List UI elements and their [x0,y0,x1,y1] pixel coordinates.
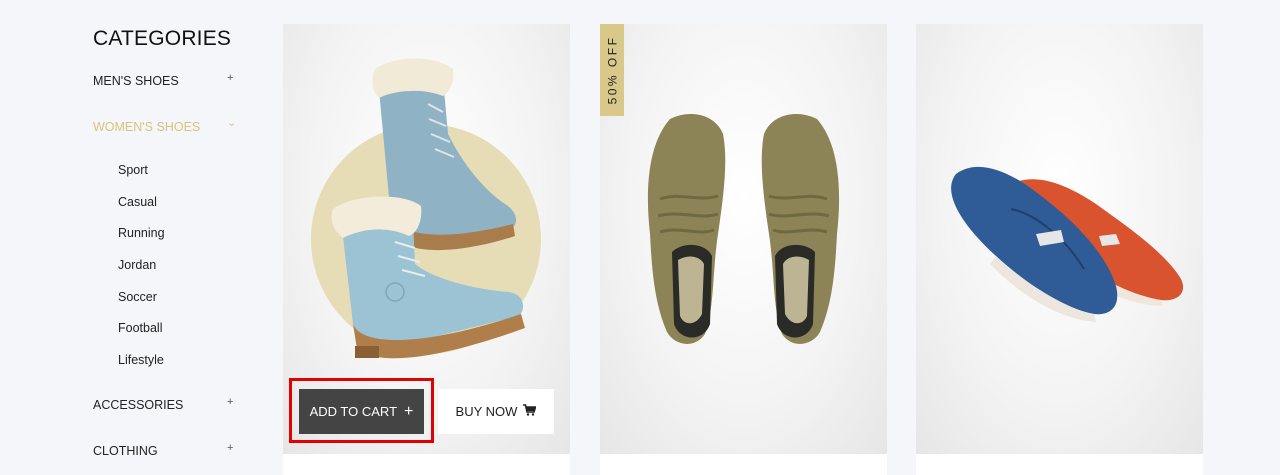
expand-icon[interactable]: + [227,442,233,454]
categories-heading: CATEGORIES [93,27,232,50]
expand-icon[interactable]: + [227,396,233,408]
category-label: MEN'S SHOES [93,74,179,88]
buy-now-label: BUY NOW [455,404,518,419]
expand-icon[interactable]: + [227,72,233,84]
category-label: CLOTHING [93,444,158,458]
subcategory-jordan[interactable]: Jordan [118,258,156,272]
discount-badge-label: 50% OFF [605,35,620,105]
plus-icon: + [404,402,414,420]
product-card[interactable]: 50% OFF [600,24,887,475]
product-card[interactable]: ADD TO CART + BUY NOW [283,24,570,475]
category-accessories[interactable]: ACCESSORIES + [93,396,243,412]
add-to-cart-button[interactable]: ADD TO CART + [299,389,424,434]
product-image-olive-suede-shoes[interactable] [600,24,887,454]
category-label: WOMEN'S SHOES [93,120,201,134]
category-mens-shoes[interactable]: MEN'S SHOES + [93,72,243,88]
categories-sidebar: CATEGORIES [93,28,243,50]
add-to-cart-label: ADD TO CART [309,404,398,419]
cart-icon [523,404,538,419]
subcategory-soccer[interactable]: Soccer [118,290,157,304]
category-clothing[interactable]: CLOTHING + [93,442,243,458]
subcategory-casual[interactable]: Casual [118,195,157,209]
buy-now-button[interactable]: BUY NOW [438,389,554,434]
product-card[interactable] [916,24,1203,475]
subcategory-running[interactable]: Running [118,226,165,240]
category-label: ACCESSORIES [93,398,184,412]
subcategory-sport[interactable]: Sport [118,163,148,177]
product-image-blue-red-loafers[interactable] [916,24,1203,454]
category-womens-shoes[interactable]: WOMEN'S SHOES ⌄ [93,117,243,134]
discount-badge: 50% OFF [600,24,624,116]
collapse-icon[interactable]: ⌄ [227,116,236,129]
subcategory-lifestyle[interactable]: Lifestyle [118,353,164,367]
subcategory-football[interactable]: Football [118,321,162,335]
